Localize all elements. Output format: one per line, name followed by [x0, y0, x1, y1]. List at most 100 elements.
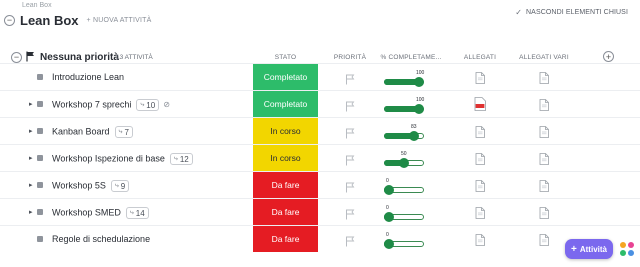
priority-flag-icon[interactable] [345, 207, 355, 220]
priority-flag-icon[interactable] [345, 72, 355, 85]
task-row[interactable]: ▸ Workshop SMED ⤷ 14 Da fare 0 [0, 198, 640, 226]
priority-flag-icon[interactable] [345, 153, 355, 166]
task-name[interactable]: Workshop 7 sprechi ⤷ 10 ⊘ [52, 99, 170, 111]
task-status-square[interactable] [37, 101, 43, 107]
column-progress[interactable]: % COMPLETAME... [380, 54, 442, 61]
breadcrumb[interactable]: Lean Box [22, 2, 52, 9]
task-name-text[interactable]: Regole di schedulazione [52, 234, 150, 244]
subtask-icon: ⤷ [173, 155, 178, 162]
progress-knob[interactable] [384, 239, 394, 249]
task-status-square[interactable] [37, 236, 43, 242]
subtask-count[interactable]: ⤷ 10 [136, 99, 160, 111]
priority-flag-icon[interactable] [345, 126, 355, 139]
task-row[interactable]: ▸ Workshop Ispezione di base ⤷ 12 In corso 50 [0, 144, 640, 172]
column-priority[interactable]: PRIORITÀ [330, 54, 370, 61]
task-status-square[interactable] [37, 209, 43, 215]
new-task-button[interactable]: + NUOVA ATTIVITÀ [87, 17, 152, 24]
expand-subtasks-icon[interactable]: ▸ [29, 127, 33, 135]
task-status-square[interactable] [37, 128, 43, 134]
expand-subtasks-icon[interactable]: ▸ [29, 100, 33, 108]
task-row[interactable]: ▸ Workshop 7 sprechi ⤷ 10 ⊘ Completato 100 [0, 90, 640, 118]
priority-flag-icon[interactable] [345, 99, 355, 112]
task-row[interactable]: ▸ Kanban Board ⤷ 7 In corso 83 [0, 117, 640, 145]
add-task-fab[interactable]: + Attività [565, 239, 613, 259]
task-status-square[interactable] [37, 74, 43, 80]
task-name-text[interactable]: Workshop SMED [52, 207, 121, 217]
status-badge[interactable]: In corso [253, 118, 318, 145]
column-status[interactable]: STATO [263, 54, 308, 61]
file-icon[interactable] [475, 125, 485, 138]
file-icon[interactable] [475, 152, 485, 165]
priority-flag-icon[interactable] [345, 234, 355, 247]
task-name[interactable]: Introduzione Lean [52, 72, 124, 82]
expand-subtasks-icon[interactable]: ▸ [29, 181, 33, 189]
progress-bar[interactable]: 0 [384, 178, 424, 196]
subtask-count[interactable]: ⤷ 14 [125, 207, 149, 219]
subtask-count[interactable]: ⤷ 12 [169, 153, 193, 165]
task-name[interactable]: Kanban Board ⤷ 7 [52, 126, 133, 138]
hide-closed-label: NASCONDI ELEMENTI CHIUSI [526, 9, 628, 16]
file-icon[interactable] [539, 179, 549, 192]
collapse-group-icon[interactable]: − [11, 51, 22, 63]
status-badge[interactable]: Completato [253, 64, 318, 91]
task-name[interactable]: Workshop 5S ⤷ 9 [52, 180, 130, 192]
column-attachments[interactable]: ALLEGATI [455, 54, 505, 61]
task-name[interactable]: Regole di schedulazione [52, 234, 150, 244]
task-row[interactable]: Introduzione Lean Completato 100 [0, 63, 640, 91]
add-column-icon[interactable]: + [603, 51, 614, 62]
task-name-text[interactable]: Workshop 5S [52, 180, 106, 190]
file-icon[interactable] [539, 233, 549, 246]
expand-subtasks-icon[interactable]: ▸ [29, 154, 33, 162]
progress-knob[interactable] [384, 212, 394, 222]
file-icon[interactable] [539, 125, 549, 138]
status-badge[interactable]: Da fare [253, 226, 318, 253]
subtask-count-value: 10 [146, 100, 156, 110]
status-badge[interactable]: Da fare [253, 199, 318, 226]
subtask-count[interactable]: ⤷ 7 [114, 126, 133, 138]
task-name-text[interactable]: Workshop Ispezione di base [52, 153, 165, 163]
file-icon[interactable] [475, 206, 485, 219]
progress-knob[interactable] [399, 158, 409, 168]
task-status-square[interactable] [37, 182, 43, 188]
task-name-text[interactable]: Workshop 7 sprechi [52, 99, 131, 109]
progress-bar[interactable]: 50 [384, 151, 424, 169]
progress-bar[interactable]: 83 [384, 124, 424, 142]
progress-knob[interactable] [409, 131, 419, 141]
task-name[interactable]: Workshop SMED ⤷ 14 [52, 207, 149, 219]
hide-closed-toggle[interactable]: ✓ NASCONDI ELEMENTI CHIUSI [515, 8, 628, 17]
file-icon[interactable] [475, 71, 485, 84]
progress-bar[interactable]: 0 [384, 205, 424, 223]
file-icon[interactable] [539, 152, 549, 165]
progress-bar[interactable]: 100 [384, 97, 424, 115]
check-icon: ✓ [515, 8, 523, 17]
flag-icon [26, 51, 34, 62]
progress-value: 0 [386, 232, 389, 238]
apps-icon[interactable] [620, 242, 634, 256]
task-row[interactable]: Regole di schedulazione Da fare 0 [0, 225, 640, 253]
task-status-square[interactable] [37, 155, 43, 161]
progress-bar[interactable]: 0 [384, 232, 424, 250]
task-name-text[interactable]: Kanban Board [52, 126, 110, 136]
file-icon[interactable] [475, 179, 485, 192]
progress-bar[interactable]: 100 [384, 70, 424, 88]
subtask-count[interactable]: ⤷ 9 [110, 180, 130, 192]
task-name-text[interactable]: Introduzione Lean [52, 72, 124, 82]
file-icon[interactable] [475, 233, 485, 246]
status-badge[interactable]: In corso [253, 145, 318, 172]
status-badge[interactable]: Da fare [253, 172, 318, 199]
progress-knob[interactable] [384, 185, 394, 195]
task-name[interactable]: Workshop Ispezione di base ⤷ 12 [52, 153, 193, 165]
column-misc-attachments[interactable]: ALLEGATI VARI [514, 54, 574, 61]
collapse-icon[interactable]: − [4, 14, 15, 26]
priority-flag-icon[interactable] [345, 180, 355, 193]
expand-subtasks-icon[interactable]: ▸ [29, 208, 33, 216]
paperclip-icon[interactable]: ⊘ [163, 100, 170, 109]
progress-knob[interactable] [414, 104, 424, 114]
file-icon[interactable] [539, 98, 549, 111]
task-row[interactable]: ▸ Workshop 5S ⤷ 9 Da fare 0 [0, 171, 640, 199]
file-icon[interactable] [539, 71, 549, 84]
file-icon[interactable] [539, 206, 549, 219]
progress-knob[interactable] [414, 77, 424, 87]
status-badge[interactable]: Completato [253, 91, 318, 118]
pdf-icon[interactable] [474, 97, 486, 111]
